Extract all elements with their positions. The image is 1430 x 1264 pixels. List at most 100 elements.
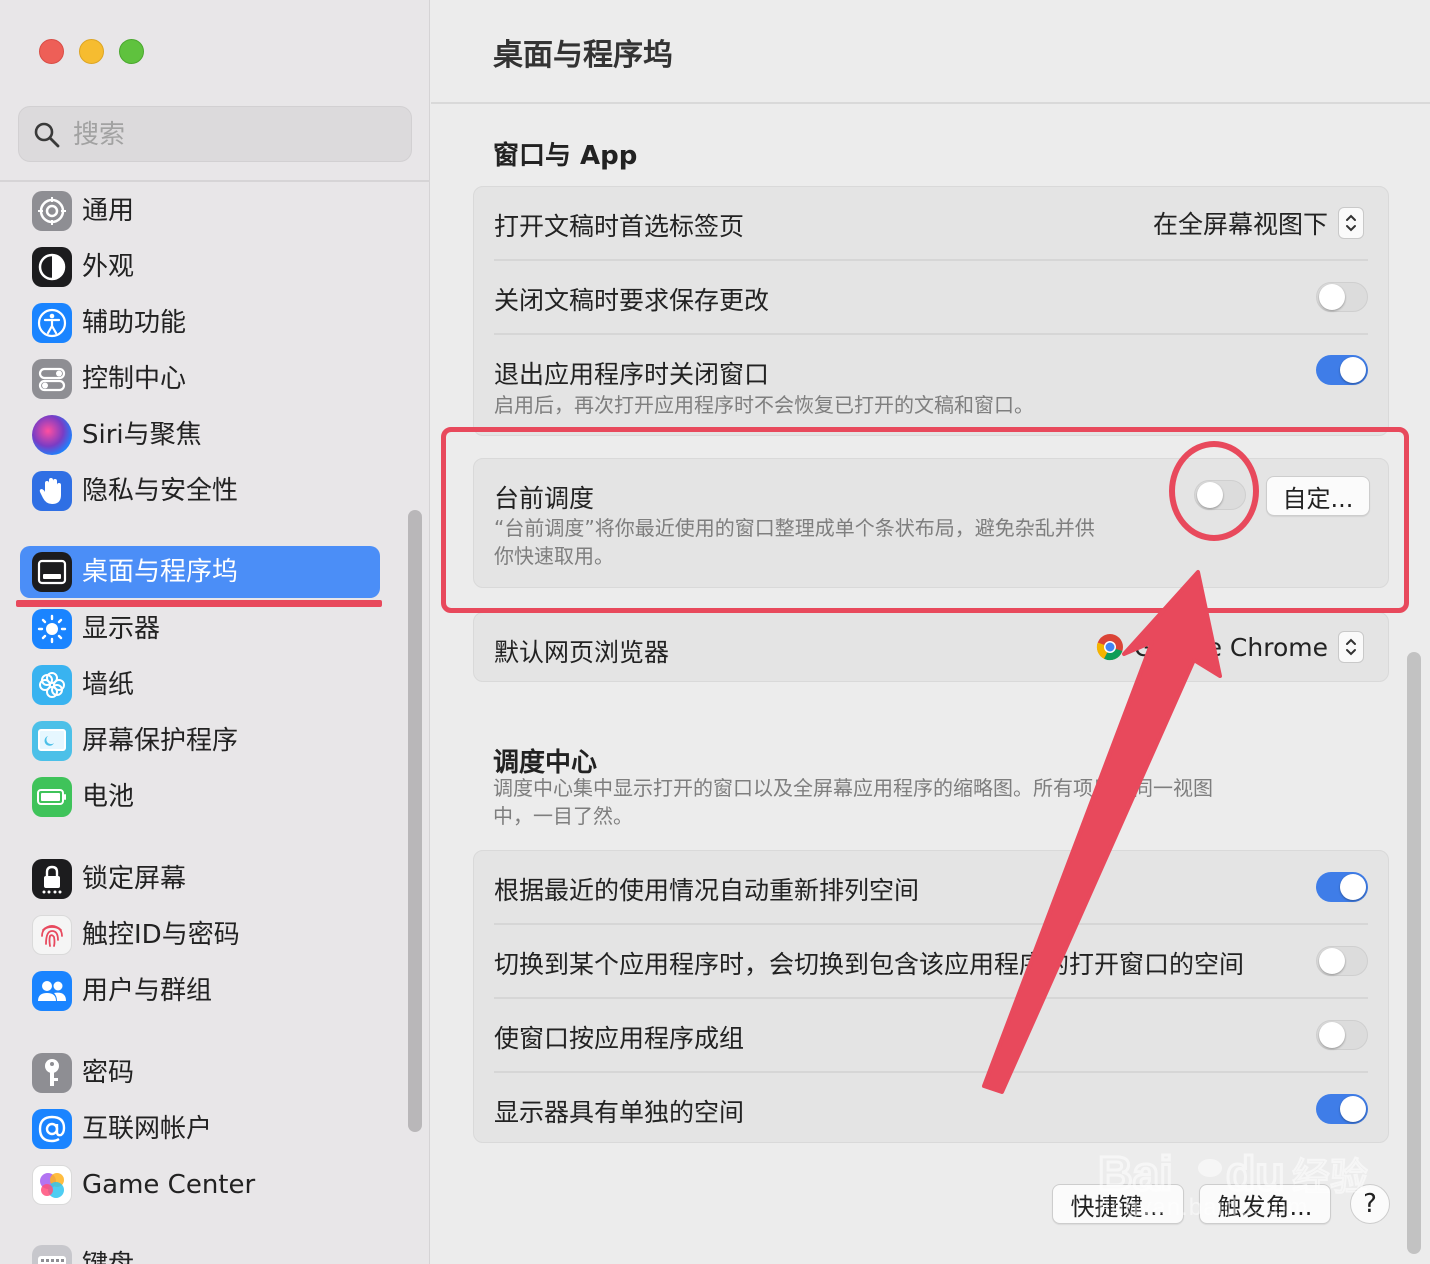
prefer-tabs-popup[interactable]: 在全屏幕视图下 — [1153, 205, 1364, 241]
sidebar-item-label: 用户与群组 — [82, 976, 213, 1006]
row-divider — [494, 997, 1368, 999]
flower-icon — [32, 665, 72, 705]
row-divider — [494, 333, 1368, 335]
sidebar-item-label: 显示器 — [82, 614, 161, 644]
appearance-icon — [32, 247, 72, 287]
default-browser-value: Google Chrome — [1133, 632, 1328, 662]
sidebar-item-general[interactable]: 通用 — [20, 185, 380, 237]
row-divider — [494, 1071, 1368, 1073]
keyboard-icon — [32, 1245, 72, 1264]
sidebar-item-wallpaper[interactable]: 墙纸 — [20, 659, 380, 711]
close-window-button[interactable] — [39, 39, 64, 64]
section-title-windows: 窗口与 App — [493, 141, 638, 171]
sidebar-item-label: 外观 — [82, 252, 135, 282]
sidebar-item-label: 电池 — [82, 782, 135, 812]
sidebar-item-label: 键盘 — [82, 1247, 134, 1264]
sidebar-item-label: 密码 — [82, 1058, 135, 1088]
prefer-tabs-label: 打开文稿时首选标签页 — [494, 212, 745, 241]
gear-icon — [32, 191, 72, 231]
main-scrollbar[interactable] — [1407, 652, 1421, 1254]
sidebar-scrollbar[interactable] — [408, 510, 422, 1132]
sidebar-item-label: Game Center — [82, 1170, 256, 1200]
lock-screen-icon — [32, 859, 72, 899]
sidebar: 通用 外观 辅助功能 控制中心 Siri与聚焦 — [0, 0, 430, 1264]
sidebar-item-touch-id[interactable]: 触控ID与密码 — [20, 909, 380, 961]
mc-auto-rearrange-toggle[interactable] — [1316, 872, 1368, 902]
sidebar-divider — [0, 180, 430, 182]
minimize-window-button[interactable] — [79, 39, 104, 64]
search-input[interactable] — [73, 115, 393, 155]
accessibility-icon — [32, 303, 72, 343]
siri-icon — [32, 415, 72, 455]
sidebar-item-game-center[interactable]: Game Center — [20, 1159, 380, 1211]
mission-control-description-line2: 中，一目了然。 — [493, 804, 633, 828]
default-browser-popup[interactable]: Google Chrome — [1096, 631, 1364, 663]
sidebar-item-label: 触控ID与密码 — [82, 920, 240, 950]
sidebar-item-internet-accounts[interactable]: 互联网帐户 — [20, 1103, 380, 1155]
windows-settings-group: 打开文稿时首选标签页 在全屏幕视图下 关闭文稿时要求保存更改 退出应用程序时关闭… — [473, 186, 1389, 436]
sidebar-item-passwords[interactable]: 密码 — [20, 1047, 380, 1099]
mc-row-label: 根据最近的使用情况自动重新排列空间 — [494, 876, 920, 905]
mc-row-label: 使窗口按应用程序成组 — [494, 1024, 745, 1053]
svg-text:经验: 经验 — [1292, 1155, 1368, 1199]
sidebar-item-label: 隐私与安全性 — [82, 476, 239, 506]
page-title: 桌面与程序坞 — [493, 38, 673, 73]
battery-icon — [32, 777, 72, 817]
sidebar-item-label: 通用 — [82, 196, 135, 226]
watermark-url: jingyan.baidu.com — [1098, 1194, 1309, 1221]
sidebar-item-control-center[interactable]: 控制中心 — [20, 353, 380, 405]
row-divider — [494, 923, 1368, 925]
close-windows-label: 退出应用程序时关闭窗口 — [494, 360, 770, 389]
at-icon — [32, 1109, 72, 1149]
search-icon — [34, 122, 60, 148]
ask-save-toggle[interactable] — [1316, 282, 1368, 312]
mc-row-label: 切换到某个应用程序时，会切换到包含该应用程序的打开窗口的空间 — [494, 950, 1245, 979]
search-box[interactable] — [18, 106, 412, 162]
key-icon — [32, 1053, 72, 1093]
screensaver-icon — [32, 721, 72, 761]
game-center-icon — [32, 1165, 72, 1205]
mc-row-label: 显示器具有单独的空间 — [494, 1098, 745, 1127]
settings-window: 通用 外观 辅助功能 控制中心 Siri与聚焦 — [0, 0, 1430, 1264]
mc-separate-spaces-toggle[interactable] — [1316, 1094, 1368, 1124]
sidebar-item-users[interactable]: 用户与群组 — [20, 965, 380, 1017]
annotation-highlight-box — [441, 427, 1409, 613]
sidebar-item-desktop-dock[interactable]: 桌面与程序坞 — [20, 546, 380, 598]
ask-save-label: 关闭文稿时要求保存更改 — [494, 286, 770, 315]
users-icon — [32, 971, 72, 1011]
brightness-icon — [32, 609, 72, 649]
default-browser-label: 默认网页浏览器 — [494, 638, 670, 667]
sidebar-item-label: 控制中心 — [82, 364, 187, 394]
sidebar-item-label: 墙纸 — [82, 670, 135, 700]
close-windows-description: 启用后，再次打开应用程序时不会恢复已打开的文稿和窗口。 — [494, 393, 1034, 417]
sidebar-item-privacy[interactable]: 隐私与安全性 — [20, 465, 380, 517]
row-divider — [494, 259, 1368, 261]
sidebar-item-label: 桌面与程序坞 — [82, 557, 239, 587]
browser-group: 默认网页浏览器 Google Chrome — [473, 612, 1389, 682]
baidu-watermark-logo: Bai du 经验 jingyan.baidu.com — [1097, 1140, 1370, 1230]
fingerprint-icon — [32, 915, 72, 955]
annotation-highlight-circle — [1169, 441, 1259, 541]
sidebar-item-accessibility[interactable]: 辅助功能 — [20, 297, 380, 349]
mc-switch-space-toggle[interactable] — [1316, 946, 1368, 976]
sidebar-item-appearance[interactable]: 外观 — [20, 241, 380, 293]
sidebar-item-lock-screen[interactable]: 锁定屏幕 — [20, 853, 380, 905]
dock-icon — [32, 552, 72, 592]
sidebar-item-keyboard[interactable]: 键盘 — [20, 1239, 380, 1264]
chrome-icon — [1096, 633, 1124, 661]
hand-icon — [32, 471, 72, 511]
close-windows-toggle[interactable] — [1316, 355, 1368, 385]
chevron-updown-icon — [1338, 207, 1364, 239]
mission-control-description-line1: 调度中心集中显示打开的窗口以及全屏幕应用程序的缩略图。所有项目在同一视图 — [493, 776, 1213, 800]
sidebar-item-screensaver[interactable]: 屏幕保护程序 — [20, 715, 380, 767]
mc-group-windows-toggle[interactable] — [1316, 1020, 1368, 1050]
chevron-updown-icon — [1338, 631, 1364, 663]
prefer-tabs-value: 在全屏幕视图下 — [1152, 210, 1328, 239]
sidebar-item-siri[interactable]: Siri与聚焦 — [20, 409, 380, 461]
sidebar-item-displays[interactable]: 显示器 — [20, 603, 380, 655]
sidebar-item-battery[interactable]: 电池 — [20, 771, 380, 823]
sidebar-item-label: Siri与聚焦 — [82, 420, 202, 450]
sidebar-item-label: 辅助功能 — [82, 308, 187, 338]
sidebar-item-label: 锁定屏幕 — [82, 864, 187, 894]
zoom-window-button[interactable] — [119, 39, 144, 64]
